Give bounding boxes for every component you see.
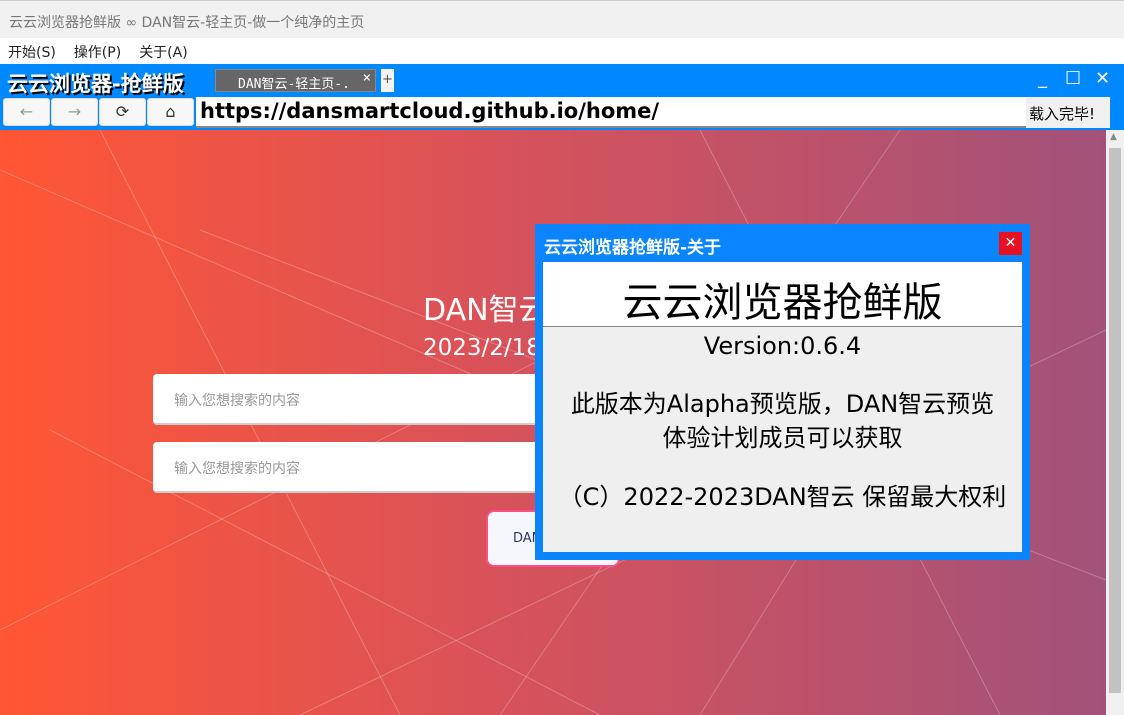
new-tab-button[interactable]: + bbox=[381, 69, 394, 92]
home-icon: ⌂ bbox=[165, 102, 176, 121]
version-text: Version:0.6.4 bbox=[703, 332, 862, 360]
reload-button[interactable]: ⟳ bbox=[99, 98, 146, 126]
menu-bar: 开始(S) 操作(P) 关于(A) bbox=[0, 38, 1124, 64]
page-date: 2023/2/18 bbox=[423, 335, 541, 361]
dialog-title: 云云浏览器抢鲜版-关于 bbox=[544, 238, 722, 258]
window-title-bar: 云云浏览器抢鲜版 ∞ DAN智云-轻主页-做一个纯净的主页 bbox=[0, 0, 1124, 38]
browser-toolbar: 云云浏览器-抢鲜版 DAN智云-轻主页-. × + _ ☐ ✕ ← → ⟳ ⌂ h… bbox=[0, 64, 1124, 130]
address-bar[interactable]: https://dansmartcloud.github.io/home/ bbox=[196, 97, 1026, 128]
maximize-button[interactable]: ☐ bbox=[1065, 68, 1081, 89]
scrollbar-thumb[interactable] bbox=[1109, 148, 1121, 693]
vertical-scrollbar[interactable]: ▲ bbox=[1106, 130, 1124, 715]
home-button[interactable]: ⌂ bbox=[147, 98, 194, 126]
dialog-body: Version:0.6.4 此版本为Alapha预览版，DAN智云预览 体验计划… bbox=[543, 327, 1022, 552]
load-status: 载入完毕! bbox=[1026, 97, 1110, 128]
arrow-left-icon: ← bbox=[19, 102, 34, 121]
scroll-up-icon[interactable]: ▲ bbox=[1110, 132, 1117, 142]
tab-dan-home[interactable]: DAN智云-轻主页-. × bbox=[215, 69, 376, 92]
dialog-title-bar: 云云浏览器抢鲜版-关于 ✕ bbox=[543, 224, 1022, 262]
reload-icon: ⟳ bbox=[115, 102, 130, 121]
forward-button[interactable]: → bbox=[51, 98, 98, 126]
menu-about[interactable]: 关于(A) bbox=[139, 42, 188, 61]
tab-close-icon[interactable]: × bbox=[363, 70, 371, 86]
dialog-app-name: 云云浏览器抢鲜版 bbox=[543, 262, 1022, 327]
menu-operation[interactable]: 操作(P) bbox=[74, 42, 121, 61]
dialog-close-button[interactable]: ✕ bbox=[999, 232, 1022, 255]
minimize-button[interactable]: _ bbox=[1038, 68, 1047, 89]
menu-start[interactable]: 开始(S) bbox=[8, 42, 56, 61]
notice-line-2: 体验计划成员可以获取 bbox=[662, 424, 903, 452]
notice-line-1: 此版本为Alapha预览版，DAN智云预览 bbox=[570, 390, 995, 418]
browser-brand: 云云浏览器-抢鲜版 bbox=[7, 72, 184, 96]
close-window-button[interactable]: ✕ bbox=[1095, 68, 1110, 89]
tab-label: DAN智云-轻主页-. bbox=[238, 77, 350, 92]
page-heading: DAN智云 bbox=[423, 293, 549, 328]
window-title: 云云浏览器抢鲜版 ∞ DAN智云-轻主页-做一个纯净的主页 bbox=[9, 15, 365, 31]
back-button[interactable]: ← bbox=[3, 98, 50, 126]
arrow-right-icon: → bbox=[67, 102, 82, 121]
about-dialog: 云云浏览器抢鲜版-关于 ✕ 云云浏览器抢鲜版 Version:0.6.4 此版本为… bbox=[535, 224, 1030, 560]
copyright-text: （C）2022-2023DAN智云 保留最大权利 bbox=[558, 483, 1007, 511]
